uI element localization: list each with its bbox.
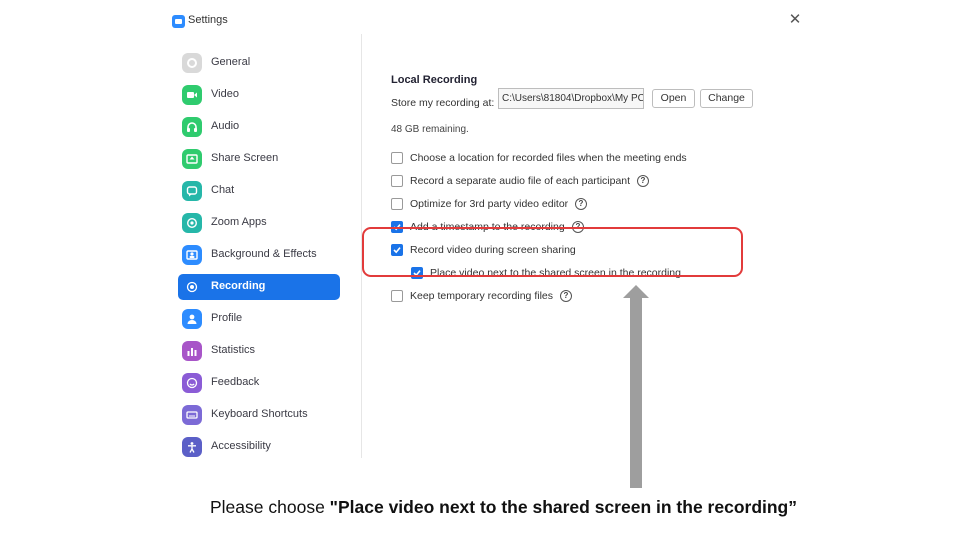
recording-option-label[interactable]: Choose a location for recorded files whe…: [410, 152, 687, 164]
title-bar: Settings ✕: [166, 8, 806, 34]
help-icon[interactable]: ?: [637, 175, 649, 187]
instruction-option: "Place video next to the shared screen i…: [329, 497, 797, 517]
sidebar-item-label: Share Screen: [211, 152, 279, 164]
section-title: Local Recording: [391, 74, 478, 86]
help-icon[interactable]: ?: [560, 290, 572, 302]
headphone-icon: [182, 117, 202, 137]
share-screen-icon: [182, 149, 202, 169]
recording-option-row: Keep temporary recording files?: [391, 289, 771, 303]
recording-option-row: Record a separate audio file of each par…: [391, 174, 771, 188]
keyboard-icon: [182, 405, 202, 425]
window-title: Settings: [188, 14, 228, 26]
sidebar-item-zoom-apps[interactable]: Zoom Apps: [178, 210, 340, 236]
checkbox-unchecked[interactable]: [391, 198, 403, 210]
checkbox-unchecked[interactable]: [391, 290, 403, 302]
up-arrow-icon: [623, 285, 649, 488]
sidebar-item-chat[interactable]: Chat: [178, 178, 340, 204]
sidebar-item-general[interactable]: General: [178, 50, 340, 76]
instruction-text: Please choose "Place video next to the s…: [0, 497, 960, 518]
open-button[interactable]: Open: [652, 89, 695, 108]
sidebar-item-label: Zoom Apps: [211, 216, 267, 228]
sidebar-item-label: Keyboard Shortcuts: [211, 408, 308, 420]
recording-option-row: Optimize for 3rd party video editor?: [391, 197, 771, 211]
statistics-icon: [182, 341, 202, 361]
store-location-label: Store my recording at:: [391, 97, 495, 109]
sidebar-item-label: Feedback: [211, 376, 260, 388]
apps-icon: [182, 213, 202, 233]
settings-sidebar: General Video Audio Share Screen Chat Zoom Ap…: [166, 34, 362, 458]
change-button[interactable]: Change: [700, 89, 753, 108]
sidebar-item-label: Accessibility: [211, 440, 271, 452]
recording-option-label[interactable]: Record a separate audio file of each par…: [410, 175, 630, 187]
storage-remaining: 48 GB remaining.: [391, 124, 469, 135]
recording-path-field[interactable]: C:\Users\81804\Dropbox\My PC: [498, 88, 644, 109]
gear-icon: [182, 53, 202, 73]
sidebar-item-label: Recording: [211, 280, 266, 292]
sidebar-item-keyboard-shortcuts[interactable]: Keyboard Shortcuts: [178, 402, 340, 428]
profile-icon: [182, 309, 202, 329]
close-icon[interactable]: ✕: [787, 11, 803, 29]
video-icon: [182, 85, 202, 105]
recording-option-label[interactable]: Keep temporary recording files: [410, 290, 553, 302]
chat-icon: [182, 181, 202, 201]
recording-option-row: Choose a location for recorded files whe…: [391, 151, 771, 165]
sidebar-item-accessibility[interactable]: Accessibility: [178, 434, 340, 460]
sidebar-item-background-effects[interactable]: Background & Effects: [178, 242, 340, 268]
sidebar-item-feedback[interactable]: Feedback: [178, 370, 340, 396]
feedback-icon: [182, 373, 202, 393]
sidebar-item-video[interactable]: Video: [178, 82, 340, 108]
sidebar-item-label: Chat: [211, 184, 235, 196]
sidebar-item-share-screen[interactable]: Share Screen: [178, 146, 340, 172]
sidebar-item-label: Profile: [211, 312, 243, 324]
background-icon: [182, 245, 202, 265]
sidebar-item-label: Video: [211, 88, 239, 100]
checkbox-unchecked[interactable]: [391, 152, 403, 164]
sidebar-item-label: General: [211, 56, 251, 68]
highlight-box: [362, 227, 743, 277]
sidebar-item-label: Audio: [211, 120, 240, 132]
sidebar-item-profile[interactable]: Profile: [178, 306, 340, 332]
recording-option-label[interactable]: Optimize for 3rd party video editor: [410, 198, 568, 210]
sidebar-item-statistics[interactable]: Statistics: [178, 338, 340, 364]
record-icon: [182, 277, 202, 297]
instruction-prefix: Please choose: [210, 497, 330, 517]
sidebar-item-recording[interactable]: Recording: [178, 274, 340, 300]
accessibility-icon: [182, 437, 202, 457]
sidebar-item-label: Background & Effects: [211, 248, 317, 260]
checkbox-unchecked[interactable]: [391, 175, 403, 187]
zoom-app-icon: [172, 15, 185, 28]
sidebar-item-label: Statistics: [211, 344, 256, 356]
sidebar-item-audio[interactable]: Audio: [178, 114, 340, 140]
help-icon[interactable]: ?: [575, 198, 587, 210]
